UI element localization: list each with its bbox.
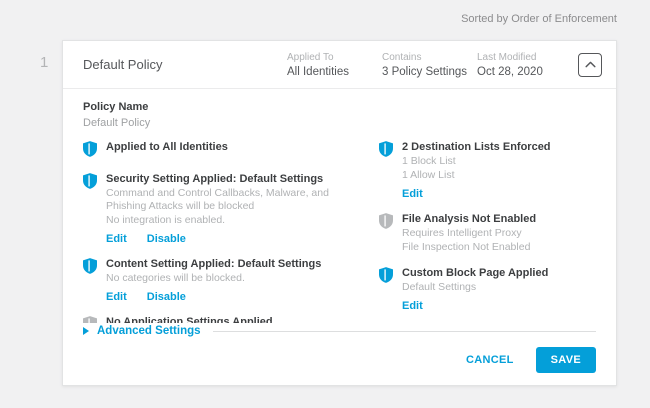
shield-blue-icon [379, 267, 393, 314]
policy-name-label: Policy Name [83, 101, 596, 113]
setting-title: Custom Block Page Applied [402, 267, 596, 280]
policy-setting-item: Custom Block Page Applied Default Settin… [379, 267, 596, 314]
sorted-by-text: Sorted by Order of Enforcement [461, 13, 617, 25]
setting-title: 2 Destination Lists Enforced [402, 141, 596, 154]
settings-column-right: 2 Destination Lists Enforced 1 Block Lis… [379, 141, 596, 323]
setting-title: No Application Settings Applied [106, 316, 379, 323]
setting-descriptions: Default Settings [402, 281, 596, 294]
setting-title: Content Setting Applied: Default Setting… [106, 258, 379, 271]
meta-contains: Contains 3 Policy Settings [382, 52, 475, 78]
shield-gray-icon [379, 213, 393, 256]
policy-title: Default Policy [83, 57, 287, 72]
policy-setting-item: Security Setting Applied: Default Settin… [83, 173, 379, 247]
setting-description: Default Settings [402, 281, 596, 294]
policy-setting-item: Content Setting Applied: Default Setting… [83, 258, 379, 305]
shield-blue-icon [83, 173, 97, 247]
meta-value: All Identities [287, 66, 380, 78]
policy-setting-item: File Analysis Not Enabled Requires Intel… [379, 213, 596, 256]
setting-description: Requires Intelligent Proxy [402, 227, 596, 240]
setting-title: Applied to All Identities [106, 141, 379, 154]
policy-setting-item: 2 Destination Lists Enforced 1 Block Lis… [379, 141, 596, 202]
policy-card-body: Policy Name Default Policy Applied to Al… [63, 89, 616, 385]
policy-setting-item: No Application Settings Applied Enable [83, 316, 379, 323]
meta-value: 3 Policy Settings [382, 66, 475, 78]
setting-description: No integration is enabled. [106, 214, 368, 227]
setting-description: Command and Control Callbacks, Malware, … [106, 187, 368, 213]
setting-description: 1 Block List [402, 155, 596, 168]
card-footer: CANCEL SAVE [83, 347, 596, 373]
setting-links: Edit [402, 184, 596, 202]
policy-setting-item: Applied to All Identities [83, 141, 379, 162]
setting-title: File Analysis Not Enabled [402, 213, 596, 226]
expand-triangle-icon [83, 327, 89, 335]
setting-descriptions: No categories will be blocked. [106, 272, 379, 285]
shield-gray-icon [83, 316, 97, 323]
setting-descriptions: Requires Intelligent ProxyFile Inspectio… [402, 227, 596, 254]
cancel-button[interactable]: CANCEL [466, 354, 514, 366]
disable-link[interactable]: Disable [147, 232, 186, 247]
meta-last-modified: Last Modified Oct 28, 2020 [477, 52, 570, 78]
meta-applied-to: Applied To All Identities [287, 52, 380, 78]
advanced-settings-row: Advanced Settings [83, 325, 596, 337]
edit-link[interactable]: Edit [402, 299, 423, 314]
edit-link[interactable]: Edit [106, 232, 127, 247]
advanced-settings-toggle[interactable]: Advanced Settings [97, 325, 201, 337]
policy-name-value: Default Policy [83, 117, 596, 129]
setting-links: Edit Disable [106, 287, 379, 305]
chevron-up-icon [585, 61, 596, 68]
policy-card: Default Policy Applied To All Identities… [62, 40, 617, 386]
policy-name-block: Policy Name Default Policy [83, 101, 596, 129]
setting-links: Edit [402, 296, 596, 314]
setting-title: Security Setting Applied: Default Settin… [106, 173, 379, 186]
setting-links: Edit Disable [106, 229, 379, 247]
shield-blue-icon [83, 258, 97, 305]
disable-link[interactable]: Disable [147, 290, 186, 305]
shield-blue-icon [379, 141, 393, 202]
collapse-policy-button[interactable] [578, 53, 602, 77]
policy-order-number: 1 [40, 54, 48, 71]
meta-label: Applied To [287, 52, 380, 63]
settings-column-left: Applied to All Identities Security Setti… [83, 141, 379, 323]
settings-columns: Applied to All Identities Security Setti… [83, 141, 596, 323]
shield-blue-icon [83, 141, 97, 162]
setting-descriptions: 1 Block List1 Allow List [402, 155, 596, 182]
setting-description: File Inspection Not Enabled [402, 241, 596, 254]
edit-link[interactable]: Edit [402, 187, 423, 202]
policy-card-header: Default Policy Applied To All Identities… [63, 41, 616, 89]
meta-label: Contains [382, 52, 475, 63]
setting-description: No categories will be blocked. [106, 272, 368, 285]
meta-value: Oct 28, 2020 [477, 66, 570, 78]
meta-label: Last Modified [477, 52, 570, 63]
edit-link[interactable]: Edit [106, 290, 127, 305]
save-button[interactable]: SAVE [536, 347, 596, 373]
setting-description: 1 Allow List [402, 169, 596, 182]
setting-descriptions: Command and Control Callbacks, Malware, … [106, 187, 379, 227]
divider-line [213, 331, 596, 332]
